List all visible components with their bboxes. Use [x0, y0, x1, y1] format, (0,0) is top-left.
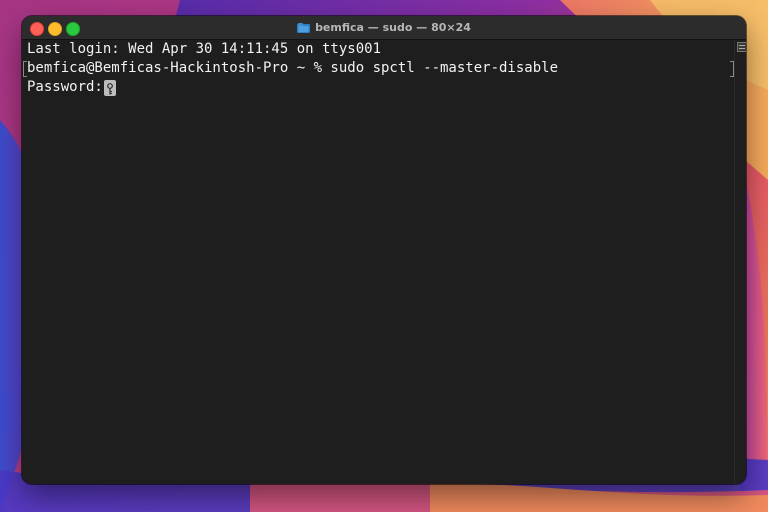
key-icon — [107, 82, 113, 95]
last-login-line: Last login: Wed Apr 30 14:11:45 on ttys0… — [27, 41, 382, 57]
command-line: bemfica@Bemficas-Hackintosh-Pro ~ % sudo… — [27, 60, 559, 76]
scroll-menu-icon[interactable] — [737, 42, 746, 52]
terminal-output[interactable]: Last login: Wed Apr 30 14:11:45 on ttys0… — [22, 40, 734, 484]
folder-icon — [297, 22, 311, 33]
terminal-window[interactable]: bemfica — sudo — 80×24 Last login: Wed A… — [22, 16, 746, 484]
window-title-text: bemfica — sudo — 80×24 — [315, 21, 471, 34]
password-prompt: Password: — [27, 79, 103, 95]
vertical-scrollbar[interactable] — [734, 40, 746, 484]
password-cursor[interactable] — [104, 80, 116, 96]
window-title: bemfica — sudo — 80×24 — [22, 16, 746, 39]
window-titlebar[interactable]: bemfica — sudo — 80×24 — [22, 16, 746, 40]
